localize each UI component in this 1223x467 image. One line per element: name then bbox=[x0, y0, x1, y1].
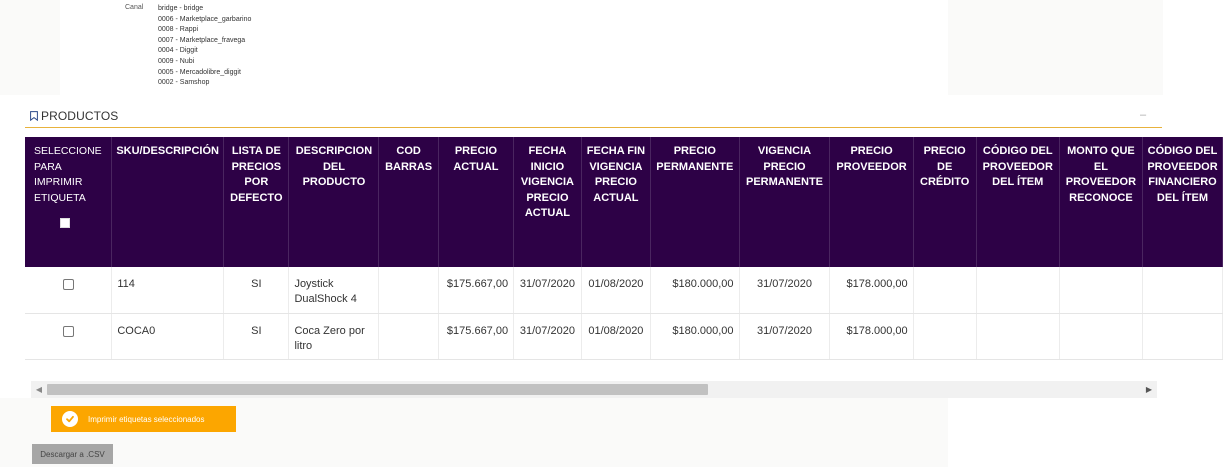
header-fecha-inicio[interactable]: FECHA INICIO VIGENCIA PRECIO ACTUAL bbox=[513, 137, 582, 267]
header-codigo-proveedor[interactable]: CÓDIGO DEL PROVEEDOR DEL ÍTEM bbox=[976, 137, 1060, 267]
cell-precio-permanente: $180.000,00 bbox=[650, 267, 740, 314]
check-circle-icon bbox=[62, 411, 78, 427]
header-select: SELECCIONE PARA IMPRIMIR ETIQUETA bbox=[25, 137, 113, 267]
section-divider bbox=[25, 127, 1162, 128]
cell-precio-actual: $175.667,00 bbox=[438, 267, 515, 314]
table-row: 114 SI Joystick DualShock 4 $175.667,00 … bbox=[25, 267, 1223, 314]
canal-item[interactable]: 0007 - Marketplace_fravega bbox=[158, 36, 251, 47]
scroll-right-arrow-icon[interactable]: ▶ bbox=[1141, 381, 1157, 398]
cell-precio-proveedor: $178.000,00 bbox=[829, 267, 914, 314]
row-checkbox[interactable] bbox=[62, 279, 74, 290]
cell-fecha-fin: 01/08/2020 bbox=[581, 313, 652, 360]
header-fecha-fin[interactable]: FECHA FIN VIGENCIA PRECIO ACTUAL bbox=[581, 137, 652, 267]
row-checkbox[interactable] bbox=[62, 325, 74, 337]
cell-monto-proveedor bbox=[1059, 267, 1144, 314]
row-select-cell bbox=[25, 267, 113, 314]
cell-precio-credito bbox=[913, 267, 977, 314]
products-table: SELECCIONE PARA IMPRIMIR ETIQUETA SKU/DE… bbox=[25, 137, 1223, 360]
cell-codigo-proveedor bbox=[976, 267, 1060, 314]
cell-codigo-financiero bbox=[1142, 267, 1223, 314]
download-csv-button[interactable]: Descargar a .CSV bbox=[32, 444, 113, 464]
cell-codigo-proveedor bbox=[976, 313, 1060, 360]
cell-sku: 114 bbox=[111, 267, 225, 314]
header-descripcion[interactable]: DESCRIPCION DEL PRODUCTO bbox=[288, 137, 380, 267]
canal-list: bridge - bridge 0006 - Marketplace_garba… bbox=[158, 4, 251, 89]
collapse-button[interactable]: – bbox=[1137, 109, 1149, 121]
horizontal-scrollbar[interactable]: ◀ ▶ bbox=[31, 381, 1157, 398]
cell-lista: SI bbox=[223, 267, 290, 314]
cell-monto-proveedor bbox=[1059, 313, 1144, 360]
canal-item[interactable]: 0002 - Samshop bbox=[158, 78, 251, 89]
canal-item[interactable]: 0008 - Rappi bbox=[158, 25, 251, 36]
header-select-label: SELECCIONE PARA IMPRIMIR ETIQUETA bbox=[34, 145, 102, 204]
cell-precio-credito bbox=[913, 313, 977, 360]
cell-precio-proveedor: $178.000,00 bbox=[829, 313, 914, 360]
header-cod-barras[interactable]: COD BARRAS bbox=[378, 137, 439, 267]
print-labels-text: Imprimir etiquetas seleccionados bbox=[88, 414, 205, 424]
header-precio-actual[interactable]: PRECIO ACTUAL bbox=[438, 137, 515, 267]
cell-vigencia-permanente: 31/07/2020 bbox=[739, 267, 831, 314]
header-vigencia-permanente[interactable]: VIGENCIA PRECIO PERMANENTE bbox=[739, 137, 831, 267]
cell-descripcion: Coca Zero por litro bbox=[288, 313, 380, 360]
cell-codigo-financiero bbox=[1142, 313, 1223, 360]
scroll-left-arrow-icon[interactable]: ◀ bbox=[31, 381, 47, 398]
canal-item[interactable]: 0006 - Marketplace_garbarino bbox=[158, 15, 251, 26]
canal-item[interactable]: 0004 - Diggit bbox=[158, 46, 251, 57]
checkmark-icon bbox=[66, 415, 74, 423]
cell-cod-barras bbox=[378, 313, 439, 360]
scrollbar-thumb[interactable] bbox=[47, 384, 708, 395]
cell-precio-permanente: $180.000,00 bbox=[650, 313, 740, 360]
section-header: PRODUCTOS bbox=[30, 109, 118, 123]
cell-lista: SI bbox=[223, 313, 290, 360]
header-monto-proveedor[interactable]: MONTO QUE EL PROVEEDOR RECONOCE bbox=[1059, 137, 1144, 267]
canal-item[interactable]: 0005 - Mercadolibre_diggit bbox=[158, 68, 251, 79]
cell-fecha-inicio: 31/07/2020 bbox=[513, 313, 582, 360]
cell-fecha-inicio: 31/07/2020 bbox=[513, 267, 582, 314]
header-lista[interactable]: LISTA DE PRECIOS POR DEFECTO bbox=[223, 137, 290, 267]
header-sku[interactable]: SKU/DESCRIPCIÓN bbox=[111, 137, 225, 267]
print-labels-button[interactable]: Imprimir etiquetas seleccionados bbox=[51, 406, 236, 432]
header-precio-proveedor[interactable]: PRECIO PROVEEDOR bbox=[829, 137, 914, 267]
table-header-row: SELECCIONE PARA IMPRIMIR ETIQUETA SKU/DE… bbox=[25, 137, 1223, 267]
section-title: PRODUCTOS bbox=[41, 109, 119, 123]
cell-sku: COCA0 bbox=[111, 313, 225, 360]
products-table-container[interactable]: SELECCIONE PARA IMPRIMIR ETIQUETA SKU/DE… bbox=[25, 137, 1223, 367]
table-row: COCA0 SI Coca Zero por litro $175.667,00… bbox=[25, 313, 1223, 360]
cell-descripcion: Joystick DualShock 4 bbox=[288, 267, 380, 314]
canal-item[interactable]: bridge - bridge bbox=[158, 4, 251, 15]
cell-fecha-fin: 01/08/2020 bbox=[581, 267, 652, 314]
header-precio-permanente[interactable]: PRECIO PERMANENTE bbox=[650, 137, 740, 267]
canal-label: Canal bbox=[125, 4, 144, 11]
header-precio-credito[interactable]: PRECIO DE CRÉDITO bbox=[913, 137, 977, 267]
row-select-cell bbox=[25, 313, 113, 360]
bookmark-icon bbox=[30, 111, 38, 121]
cell-precio-actual: $175.667,00 bbox=[438, 313, 515, 360]
header-codigo-financiero[interactable]: CÓDIGO DEL PROVEEDOR FINANCIERO DEL ÍTEM bbox=[1142, 137, 1223, 267]
canal-item[interactable]: 0009 - Nubi bbox=[158, 57, 251, 68]
select-all-checkbox[interactable] bbox=[60, 218, 70, 228]
cell-vigencia-permanente: 31/07/2020 bbox=[739, 313, 831, 360]
cell-cod-barras bbox=[378, 267, 439, 314]
